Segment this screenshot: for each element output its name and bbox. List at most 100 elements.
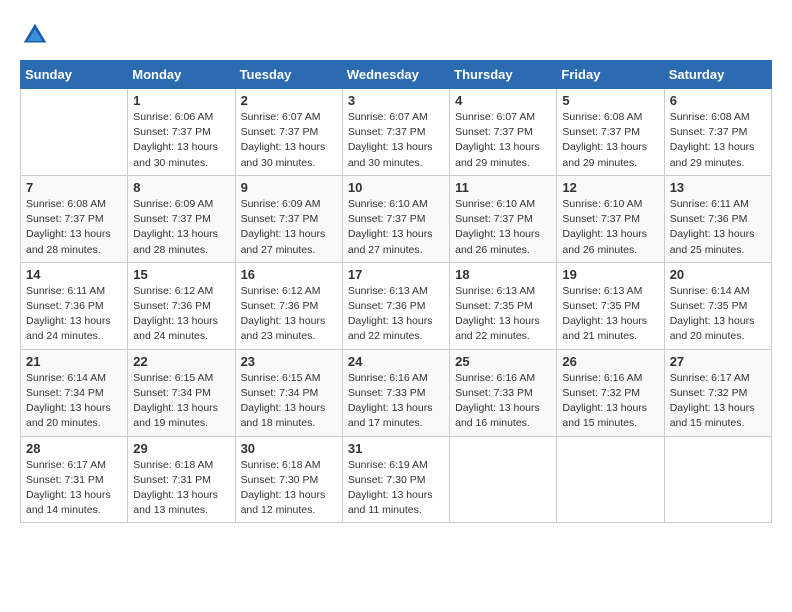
calendar-cell: [21, 89, 128, 176]
day-info: Sunrise: 6:19 AM Sunset: 7:30 PM Dayligh…: [348, 458, 444, 519]
day-number: 22: [133, 354, 229, 369]
day-info: Sunrise: 6:18 AM Sunset: 7:31 PM Dayligh…: [133, 458, 229, 519]
calendar-cell: 5 Sunrise: 6:08 AM Sunset: 7:37 PM Daylig…: [557, 89, 664, 176]
day-info: Sunrise: 6:09 AM Sunset: 7:37 PM Dayligh…: [133, 197, 229, 258]
weekday-header: Saturday: [664, 61, 771, 89]
calendar-table: SundayMondayTuesdayWednesdayThursdayFrid…: [20, 60, 772, 523]
calendar-cell: 19 Sunrise: 6:13 AM Sunset: 7:35 PM Dayli…: [557, 262, 664, 349]
day-number: 15: [133, 267, 229, 282]
day-info: Sunrise: 6:07 AM Sunset: 7:37 PM Dayligh…: [455, 110, 551, 171]
day-info: Sunrise: 6:08 AM Sunset: 7:37 PM Dayligh…: [562, 110, 658, 171]
day-number: 29: [133, 441, 229, 456]
day-info: Sunrise: 6:14 AM Sunset: 7:34 PM Dayligh…: [26, 371, 122, 432]
day-number: 2: [241, 93, 337, 108]
day-number: 1: [133, 93, 229, 108]
day-info: Sunrise: 6:06 AM Sunset: 7:37 PM Dayligh…: [133, 110, 229, 171]
calendar-cell: 13Sunrise: 6:11 AM Sunset: 7:36 PM Dayli…: [664, 175, 771, 262]
weekday-header: Friday: [557, 61, 664, 89]
calendar-cell: 3 Sunrise: 6:07 AM Sunset: 7:37 PM Daylig…: [342, 89, 449, 176]
day-info: Sunrise: 6:16 AM Sunset: 7:33 PM Dayligh…: [455, 371, 551, 432]
day-number: 24: [348, 354, 444, 369]
day-info: Sunrise: 6:14 AM Sunset: 7:35 PM Dayligh…: [670, 284, 766, 345]
day-info: Sunrise: 6:16 AM Sunset: 7:33 PM Dayligh…: [348, 371, 444, 432]
day-number: 14: [26, 267, 122, 282]
day-number: 7: [26, 180, 122, 195]
day-info: Sunrise: 6:07 AM Sunset: 7:37 PM Dayligh…: [348, 110, 444, 171]
calendar-week-row: 21 Sunrise: 6:14 AM Sunset: 7:34 PM Dayli…: [21, 349, 772, 436]
day-info: Sunrise: 6:10 AM Sunset: 7:37 PM Dayligh…: [455, 197, 551, 258]
day-info: Sunrise: 6:10 AM Sunset: 7:37 PM Dayligh…: [348, 197, 444, 258]
calendar-cell: 8 Sunrise: 6:09 AM Sunset: 7:37 PM Daylig…: [128, 175, 235, 262]
calendar-cell: 14 Sunrise: 6:11 AM Sunset: 7:36 PM Dayli…: [21, 262, 128, 349]
weekday-header: Tuesday: [235, 61, 342, 89]
calendar-cell: 7Sunrise: 6:08 AM Sunset: 7:37 PM Daylig…: [21, 175, 128, 262]
calendar-cell: 9 Sunrise: 6:09 AM Sunset: 7:37 PM Daylig…: [235, 175, 342, 262]
day-number: 8: [133, 180, 229, 195]
calendar-cell: 12Sunrise: 6:10 AM Sunset: 7:37 PM Dayli…: [557, 175, 664, 262]
day-info: Sunrise: 6:07 AM Sunset: 7:37 PM Dayligh…: [241, 110, 337, 171]
day-info: Sunrise: 6:10 AM Sunset: 7:37 PM Dayligh…: [562, 197, 658, 258]
day-info: Sunrise: 6:08 AM Sunset: 7:37 PM Dayligh…: [670, 110, 766, 171]
day-number: 10: [348, 180, 444, 195]
day-number: 30: [241, 441, 337, 456]
calendar-cell: 16 Sunrise: 6:12 AM Sunset: 7:36 PM Dayli…: [235, 262, 342, 349]
day-info: Sunrise: 6:15 AM Sunset: 7:34 PM Dayligh…: [241, 371, 337, 432]
page-header: [20, 20, 772, 50]
day-number: 5: [562, 93, 658, 108]
day-number: 6: [670, 93, 766, 108]
day-number: 21: [26, 354, 122, 369]
day-info: Sunrise: 6:17 AM Sunset: 7:32 PM Dayligh…: [670, 371, 766, 432]
day-number: 19: [562, 267, 658, 282]
day-info: Sunrise: 6:11 AM Sunset: 7:36 PM Dayligh…: [670, 197, 766, 258]
day-number: 16: [241, 267, 337, 282]
calendar-cell: 30 Sunrise: 6:18 AM Sunset: 7:30 PM Dayli…: [235, 436, 342, 523]
day-number: 25: [455, 354, 551, 369]
day-info: Sunrise: 6:09 AM Sunset: 7:37 PM Dayligh…: [241, 197, 337, 258]
day-info: Sunrise: 6:13 AM Sunset: 7:36 PM Dayligh…: [348, 284, 444, 345]
calendar-cell: 26 Sunrise: 6:16 AM Sunset: 7:32 PM Dayli…: [557, 349, 664, 436]
day-number: 3: [348, 93, 444, 108]
calendar-cell: 11Sunrise: 6:10 AM Sunset: 7:37 PM Dayli…: [450, 175, 557, 262]
day-info: Sunrise: 6:12 AM Sunset: 7:36 PM Dayligh…: [241, 284, 337, 345]
calendar-cell: 29 Sunrise: 6:18 AM Sunset: 7:31 PM Dayli…: [128, 436, 235, 523]
calendar-week-row: 28Sunrise: 6:17 AM Sunset: 7:31 PM Dayli…: [21, 436, 772, 523]
day-number: 9: [241, 180, 337, 195]
day-number: 28: [26, 441, 122, 456]
weekday-header: Monday: [128, 61, 235, 89]
day-number: 20: [670, 267, 766, 282]
calendar-cell: [664, 436, 771, 523]
calendar-cell: 1 Sunrise: 6:06 AM Sunset: 7:37 PM Daylig…: [128, 89, 235, 176]
calendar-cell: 22Sunrise: 6:15 AM Sunset: 7:34 PM Dayli…: [128, 349, 235, 436]
day-info: Sunrise: 6:11 AM Sunset: 7:36 PM Dayligh…: [26, 284, 122, 345]
day-number: 23: [241, 354, 337, 369]
calendar-header-row: SundayMondayTuesdayWednesdayThursdayFrid…: [21, 61, 772, 89]
day-info: Sunrise: 6:13 AM Sunset: 7:35 PM Dayligh…: [562, 284, 658, 345]
calendar-cell: 18 Sunrise: 6:13 AM Sunset: 7:35 PM Dayli…: [450, 262, 557, 349]
calendar-cell: 27 Sunrise: 6:17 AM Sunset: 7:32 PM Dayli…: [664, 349, 771, 436]
calendar-cell: 2 Sunrise: 6:07 AM Sunset: 7:37 PM Daylig…: [235, 89, 342, 176]
day-info: Sunrise: 6:13 AM Sunset: 7:35 PM Dayligh…: [455, 284, 551, 345]
calendar-cell: 20 Sunrise: 6:14 AM Sunset: 7:35 PM Dayli…: [664, 262, 771, 349]
calendar-cell: 24 Sunrise: 6:16 AM Sunset: 7:33 PM Dayli…: [342, 349, 449, 436]
calendar-cell: 31 Sunrise: 6:19 AM Sunset: 7:30 PM Dayli…: [342, 436, 449, 523]
calendar-cell: 21 Sunrise: 6:14 AM Sunset: 7:34 PM Dayli…: [21, 349, 128, 436]
weekday-header: Wednesday: [342, 61, 449, 89]
day-info: Sunrise: 6:12 AM Sunset: 7:36 PM Dayligh…: [133, 284, 229, 345]
day-number: 4: [455, 93, 551, 108]
weekday-header: Thursday: [450, 61, 557, 89]
calendar-cell: 23 Sunrise: 6:15 AM Sunset: 7:34 PM Dayli…: [235, 349, 342, 436]
calendar-cell: [450, 436, 557, 523]
day-info: Sunrise: 6:16 AM Sunset: 7:32 PM Dayligh…: [562, 371, 658, 432]
weekday-header: Sunday: [21, 61, 128, 89]
day-number: 27: [670, 354, 766, 369]
day-number: 26: [562, 354, 658, 369]
day-info: Sunrise: 6:18 AM Sunset: 7:30 PM Dayligh…: [241, 458, 337, 519]
calendar-cell: 28Sunrise: 6:17 AM Sunset: 7:31 PM Dayli…: [21, 436, 128, 523]
calendar-week-row: 14 Sunrise: 6:11 AM Sunset: 7:36 PM Dayli…: [21, 262, 772, 349]
logo-icon: [20, 20, 50, 50]
calendar-cell: [557, 436, 664, 523]
calendar-week-row: 1 Sunrise: 6:06 AM Sunset: 7:37 PM Daylig…: [21, 89, 772, 176]
day-number: 18: [455, 267, 551, 282]
calendar-cell: 6 Sunrise: 6:08 AM Sunset: 7:37 PM Daylig…: [664, 89, 771, 176]
day-number: 31: [348, 441, 444, 456]
